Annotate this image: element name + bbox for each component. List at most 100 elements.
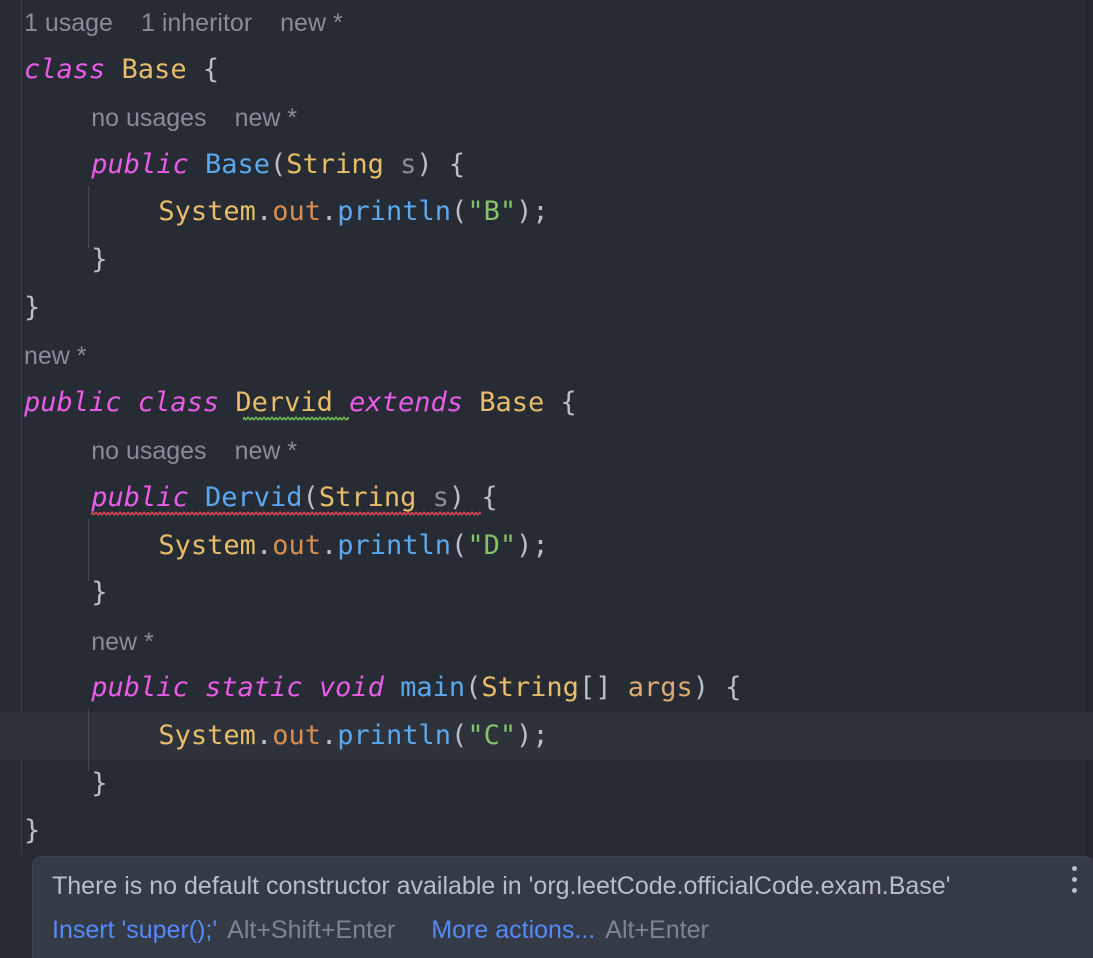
code-token: out <box>272 196 321 228</box>
dot <box>1071 866 1077 871</box>
code-line[interactable]: public Base(String s) { <box>0 141 1093 189</box>
code-line[interactable]: System.out.println("D"); <box>0 522 1093 570</box>
popup-action-shortcut: Alt+Enter <box>605 916 709 944</box>
code-token: println <box>337 529 452 561</box>
code-token: Dervid <box>235 386 333 418</box>
code-token: System <box>158 196 256 228</box>
popup-action-link[interactable]: Insert 'super();' <box>52 916 217 944</box>
code-token: static <box>205 672 303 704</box>
popup-actions: Insert 'super();' Alt+Shift+Enter More act… <box>52 910 709 950</box>
code-token: } <box>91 767 108 799</box>
code-token: ); <box>516 529 549 561</box>
code-line[interactable]: System.out.println("B"); <box>0 188 1093 236</box>
code-line-text: System.out.println("B"); <box>158 188 548 236</box>
indent-guide <box>88 519 89 581</box>
code-token: ( <box>465 672 482 704</box>
indent-guide <box>88 709 89 771</box>
popup-action-shortcut: Alt+Shift+Enter <box>227 916 396 944</box>
error-squiggle <box>91 511 481 516</box>
code-token: ); <box>516 720 549 751</box>
code-token: . <box>320 720 338 751</box>
inlay-hint[interactable]: new * <box>280 9 343 37</box>
code-token: println <box>337 720 452 751</box>
code-line[interactable]: } <box>0 760 1093 808</box>
code-token: "B" <box>467 196 517 228</box>
code-token: Dervid <box>205 482 303 513</box>
code-token: println <box>337 196 452 228</box>
code-token: out <box>272 720 321 751</box>
code-line-text: class Base { <box>24 46 219 94</box>
code-token: . <box>255 196 273 228</box>
inlay-hint[interactable]: new * <box>235 104 298 132</box>
code-token: void <box>318 672 384 704</box>
inlay-hint-row[interactable]: no usages new * <box>91 428 325 474</box>
code-line-text: System.out.println("D"); <box>158 522 548 570</box>
code-line[interactable]: } <box>0 236 1093 284</box>
inlay-hint-row[interactable]: 1 usage 1 inheritor new * <box>24 0 371 46</box>
code-line[interactable]: } <box>0 569 1093 617</box>
inlay-hint-row[interactable]: new * <box>24 333 115 379</box>
code-token: . <box>255 720 273 751</box>
code-token: "C" <box>467 720 517 751</box>
code-line[interactable]: System.out.println("C"); <box>0 712 1093 760</box>
inlay-hint[interactable]: new * <box>91 628 154 656</box>
popup-action-link[interactable]: More actions... <box>431 916 595 944</box>
code-token: ( <box>451 720 468 751</box>
code-token: } <box>24 815 41 847</box>
code-token: ) { <box>416 148 466 180</box>
code-line[interactable]: public class Dervid extends Base { <box>0 379 1093 427</box>
code-line[interactable]: } <box>0 284 1093 332</box>
inlay-hint-row[interactable]: new * <box>91 619 182 665</box>
code-token: Base <box>121 53 187 85</box>
code-line-text: } <box>91 760 107 808</box>
code-token: . <box>320 529 338 561</box>
code-token: public <box>91 672 189 704</box>
typo-squiggle <box>243 416 349 421</box>
code-token: public <box>91 482 189 513</box>
code-token: ( <box>302 482 319 513</box>
code-token: Base <box>479 386 545 418</box>
code-token: ( <box>451 196 468 228</box>
code-token: ) { <box>692 672 742 704</box>
code-line[interactable]: } <box>0 807 1093 855</box>
code-line-text: } <box>91 569 107 617</box>
code-token: public <box>24 386 122 418</box>
code-line[interactable]: public static void main(String[] args) { <box>0 664 1093 712</box>
code-editor[interactable]: 1 usage 1 inheritor new * class Base {no us… <box>0 0 1093 958</box>
code-token: String <box>286 148 384 180</box>
code-token: { <box>186 53 220 85</box>
more-vertical-icon[interactable] <box>1066 866 1082 904</box>
code-line-text: } <box>24 807 40 855</box>
code-token: s <box>432 482 449 513</box>
code-token: . <box>320 196 338 228</box>
inlay-hint[interactable]: new * <box>235 437 298 465</box>
code-line-text: public static void main(String[] args) { <box>91 664 741 712</box>
inlay-hint[interactable]: no usages <box>91 437 206 465</box>
inlay-hint[interactable]: no usages <box>91 104 206 132</box>
dot <box>1071 877 1077 882</box>
code-token: out <box>272 529 321 561</box>
code-token: s <box>400 148 417 180</box>
code-line[interactable]: class Base { <box>0 46 1093 94</box>
inlay-hint[interactable]: 1 inheritor <box>141 9 252 37</box>
code-token: } <box>91 577 108 609</box>
inlay-hint-row[interactable]: no usages new * <box>91 95 325 141</box>
intention-popup[interactable]: There is no default constructor availabl… <box>33 857 1093 958</box>
code-line-text: } <box>24 284 40 332</box>
inlay-hint[interactable]: new * <box>24 342 87 370</box>
code-token: String <box>318 482 417 513</box>
code-token: main <box>400 672 466 704</box>
inlay-hint[interactable]: 1 usage <box>24 9 113 37</box>
